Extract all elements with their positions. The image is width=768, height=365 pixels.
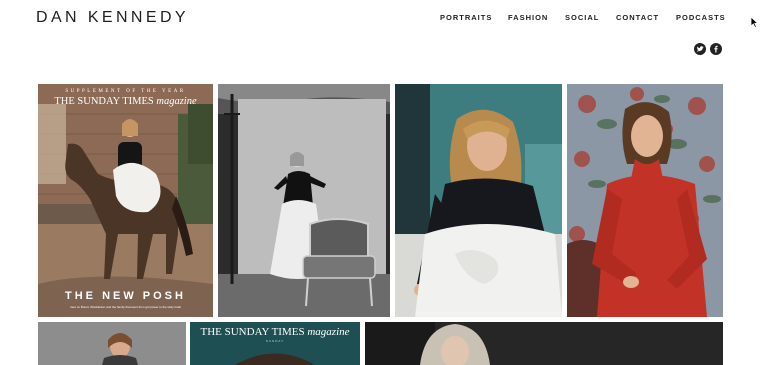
magazine-issue-label: SUNDAY: [265, 339, 285, 343]
site-logo[interactable]: DAN KENNEDY: [36, 9, 189, 27]
cover-masthead: THE SUNDAY TIMES magazine: [38, 96, 213, 107]
cover-masthead-main: THE SUNDAY TIMES: [54, 96, 157, 107]
nav-fashion[interactable]: FASHION: [508, 13, 548, 22]
cover-horse-image: [38, 84, 213, 317]
nav-contact[interactable]: CONTACT: [616, 13, 659, 22]
bw-studio-image: [218, 84, 390, 317]
gallery-tile-magazine-cover[interactable]: THE SUNDAY TIMES magazine SUNDAY: [190, 322, 360, 365]
gallery-tile-bw-studio[interactable]: [218, 84, 390, 317]
facebook-icon[interactable]: [710, 43, 722, 55]
grey-portrait-image: [38, 322, 186, 365]
gallery-tile-red-dress[interactable]: [567, 84, 723, 317]
nav-portraits[interactable]: PORTRAITS: [440, 13, 492, 22]
teal-portrait-image: [395, 84, 562, 317]
magazine-masthead: THE SUNDAY TIMES magazine: [190, 326, 360, 338]
nav-podcasts[interactable]: PODCASTS: [676, 13, 726, 22]
magazine-masthead-italic: magazine: [307, 326, 350, 338]
mouse-cursor-icon: [750, 16, 759, 28]
cover-small-print: Geri on Brexit, Wimbledon and the family…: [70, 305, 181, 309]
gallery-tile-teal-portrait[interactable]: [395, 84, 562, 317]
twitter-icon[interactable]: [694, 43, 706, 55]
cover-headline: THE NEW POSH: [65, 290, 186, 302]
cover-masthead-italic: magazine: [156, 96, 197, 107]
gallery-tile-cover-horse[interactable]: SUPPLEMENT OF THE YEAR THE SUNDAY TIMES …: [38, 84, 213, 317]
dark-portrait-image: [365, 322, 723, 365]
gallery-tile-dark-portrait[interactable]: [365, 322, 723, 365]
gallery-tile-grey-portrait[interactable]: [38, 322, 186, 365]
nav-social[interactable]: SOCIAL: [565, 13, 599, 22]
red-dress-image: [567, 84, 723, 317]
cover-supplement-label: SUPPLEMENT OF THE YEAR: [65, 89, 186, 94]
magazine-masthead-main: THE SUNDAY TIMES: [200, 326, 308, 338]
